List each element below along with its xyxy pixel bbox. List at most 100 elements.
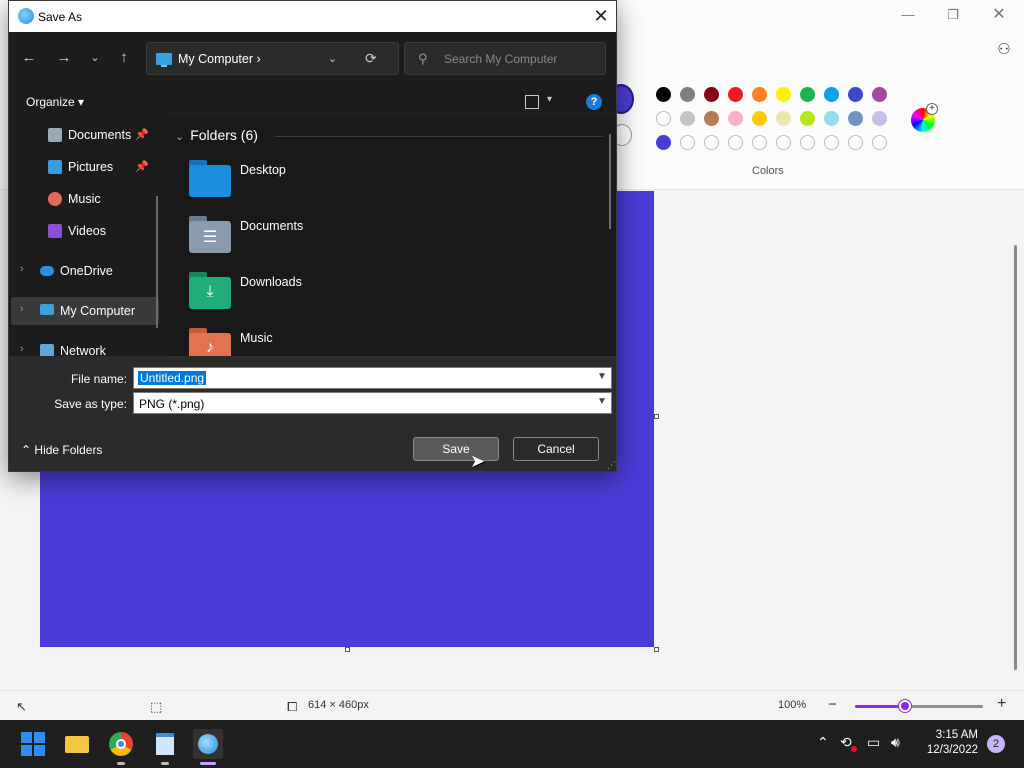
view-dropdown-chevron-icon[interactable]: ▾ (547, 94, 552, 105)
organize-menu[interactable]: Organize ▾ (26, 95, 84, 109)
folder-desktop[interactable]: Desktop (189, 157, 489, 207)
cancel-button[interactable]: Cancel (513, 437, 599, 461)
hide-folders-toggle[interactable]: ⌃ Hide Folders (21, 443, 102, 457)
resize-handle-corner[interactable] (654, 647, 659, 652)
folder-label: Documents (240, 219, 304, 233)
expand-chevron-icon[interactable]: › (20, 343, 24, 355)
save-button[interactable]: Save (413, 437, 499, 461)
color-swatch[interactable] (752, 87, 767, 102)
address-bar[interactable]: My Computer › ⌄ ⟳ (146, 42, 399, 75)
search-input[interactable]: ⚲ Search My Computer (404, 42, 606, 75)
notification-badge[interactable]: 2 (987, 735, 1005, 753)
back-arrow-icon[interactable]: ← (19, 48, 39, 68)
color-swatch[interactable] (800, 111, 815, 126)
nav-item-my-computer[interactable]: › My Computer (11, 297, 159, 325)
resize-handle-right[interactable] (654, 414, 659, 419)
breadcrumb[interactable]: My Computer › (178, 52, 261, 66)
color-swatch[interactable] (776, 87, 791, 102)
color-swatch[interactable] (776, 111, 791, 126)
share-icon[interactable]: ⚇ (994, 40, 1014, 60)
color-swatch[interactable] (776, 135, 791, 150)
save-as-type-select[interactable]: PNG (*.png) ▼ (133, 392, 612, 414)
close-window-button[interactable]: ✕ (976, 4, 1022, 26)
notepad-icon[interactable] (150, 729, 180, 759)
nav-pane-scrollbar[interactable] (156, 196, 158, 328)
color-swatch[interactable] (704, 111, 719, 126)
color-swatch[interactable] (872, 87, 887, 102)
start-windows-icon[interactable] (18, 729, 48, 759)
dialog-titlebar[interactable]: Save As ✕ (9, 1, 616, 32)
zoom-in-button[interactable]: + (997, 695, 1006, 713)
color-swatch[interactable] (656, 111, 671, 126)
dialog-close-button[interactable]: ✕ (589, 4, 613, 28)
file-name-input[interactable]: Untitled.png ▼ (133, 367, 612, 389)
zoom-slider-thumb[interactable] (899, 700, 912, 712)
chrome-icon[interactable] (106, 729, 136, 759)
pin-icon[interactable]: 📌 (135, 160, 149, 173)
expand-chevron-icon[interactable]: › (20, 303, 24, 315)
nav-item-label: Pictures (68, 160, 114, 174)
color-swatch[interactable] (704, 87, 719, 102)
color-swatch[interactable] (824, 111, 839, 126)
maximize-button[interactable]: ❐ (930, 4, 976, 26)
color-swatch[interactable] (728, 87, 743, 102)
volume-icon[interactable]: 🔊︎ (891, 734, 900, 751)
color-swatch[interactable] (728, 111, 743, 126)
color-swatch[interactable] (824, 87, 839, 102)
up-arrow-icon[interactable]: ↑ (114, 48, 134, 68)
forward-arrow-icon[interactable]: → (54, 48, 74, 68)
color-swatch[interactable] (752, 135, 767, 150)
recent-locations-chevron-icon[interactable]: ⌄ (85, 48, 105, 68)
folders-group-header[interactable]: ⌄ Folders (6) (175, 127, 258, 143)
color-swatch[interactable] (728, 135, 743, 150)
pin-icon[interactable]: 📌 (135, 128, 149, 141)
nav-item-network[interactable]: › Network (11, 337, 159, 356)
file-list-scrollbar[interactable] (609, 134, 611, 229)
color-swatch[interactable] (656, 87, 671, 102)
search-icon: ⚲ (418, 51, 428, 66)
view-options-icon[interactable] (525, 95, 539, 109)
folder-music[interactable]: ♪ Music (189, 325, 489, 356)
color-swatch[interactable] (752, 111, 767, 126)
help-icon[interactable]: ? (586, 94, 602, 110)
network-icon[interactable]: ▭ (867, 734, 880, 751)
file-name-dropdown-chevron-icon[interactable]: ▼ (597, 371, 607, 382)
canvas-scrollbar[interactable] (1014, 245, 1017, 670)
color-swatch[interactable] (680, 111, 695, 126)
minimize-button[interactable]: — (885, 4, 931, 26)
show-hidden-icons-chevron-icon[interactable]: ⌃ (817, 734, 829, 751)
color-swatch[interactable] (704, 135, 719, 150)
folder-documents[interactable]: ☰ Documents (189, 213, 489, 263)
folder-downloads[interactable]: ⤓ Downloads (189, 269, 489, 319)
address-dropdown-chevron-icon[interactable]: ⌄ (328, 52, 337, 65)
nav-item-onedrive[interactable]: › OneDrive (11, 257, 159, 285)
color-swatch[interactable] (848, 135, 863, 150)
expand-chevron-icon[interactable]: › (20, 263, 24, 275)
nav-item-videos[interactable]: Videos (11, 217, 159, 245)
color-swatch[interactable] (848, 111, 863, 126)
zoom-level-text[interactable]: 100% (778, 699, 806, 711)
color-swatch[interactable] (824, 135, 839, 150)
resize-grip-icon[interactable]: ⋰ (607, 460, 616, 471)
clock[interactable]: 3:15 AM 12/3/2022 (922, 728, 978, 758)
nav-item-pictures[interactable]: Pictures 📌 (11, 153, 159, 181)
paint-taskbar-icon[interactable] (193, 729, 223, 759)
file-explorer-icon[interactable] (62, 729, 92, 759)
color-swatch[interactable] (800, 87, 815, 102)
color-swatch[interactable] (680, 87, 695, 102)
refresh-icon[interactable]: ⟳ (365, 50, 377, 67)
color-swatch[interactable] (800, 135, 815, 150)
resize-handle-bottom[interactable] (345, 647, 350, 652)
color-swatch[interactable] (680, 135, 695, 150)
color-swatch[interactable] (872, 135, 887, 150)
color-swatch[interactable] (848, 87, 863, 102)
nav-item-documents[interactable]: Documents 📌 (11, 121, 159, 149)
sync-icon[interactable]: ⟲ (840, 734, 852, 751)
nav-item-music[interactable]: Music (11, 185, 159, 213)
color-swatch[interactable] (872, 111, 887, 126)
color-swatch[interactable] (656, 135, 671, 150)
zoom-out-button[interactable]: − (828, 696, 837, 713)
nav-item-label: Documents (68, 128, 132, 142)
documents-icon (48, 128, 62, 142)
add-color-plus-icon[interactable]: + (926, 103, 938, 115)
